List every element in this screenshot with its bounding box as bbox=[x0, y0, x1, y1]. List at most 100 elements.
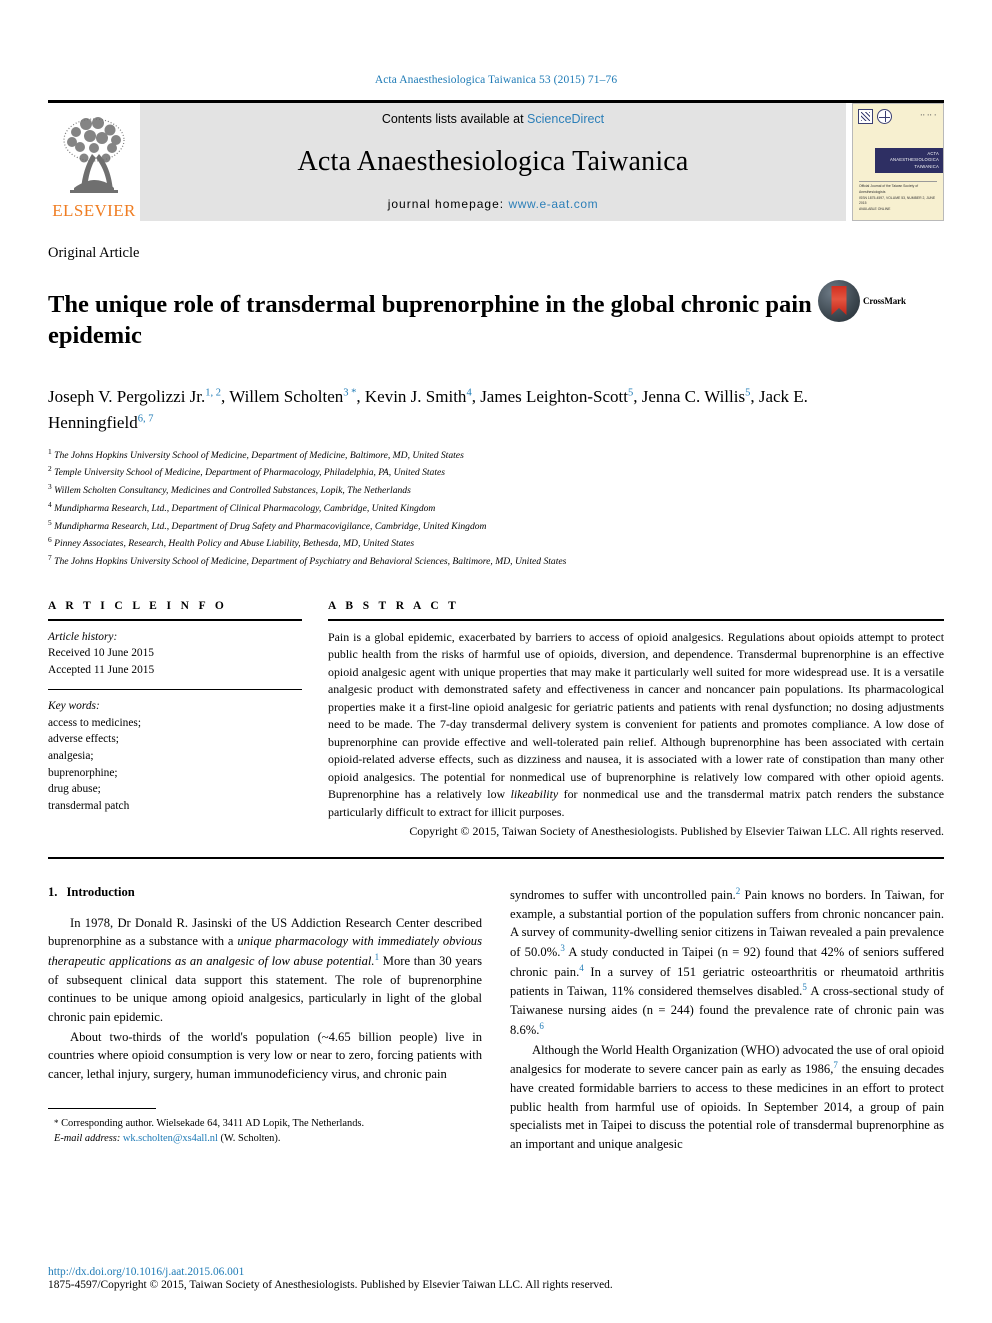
keywords-block: Key words: access to medicines; adverse … bbox=[48, 698, 302, 814]
affiliation-item: 1 The Johns Hopkins University School of… bbox=[48, 446, 944, 464]
affiliation-item: 3 Willem Scholten Consultancy, Medicines… bbox=[48, 481, 944, 499]
author-affil-marker: 3 * bbox=[343, 387, 357, 399]
author-list: Joseph V. Pergolizzi Jr.1, 2, Willem Sch… bbox=[48, 387, 808, 433]
abstract-heading: A B S T R A C T bbox=[328, 599, 460, 612]
journal-homepage-line: journal homepage: www.e-aat.com bbox=[388, 197, 599, 211]
contents-prefix: Contents lists available at bbox=[381, 112, 528, 126]
journal-title: Acta Anaesthesiologica Taiwanica bbox=[297, 145, 689, 177]
elsevier-logo: ELSEVIER bbox=[48, 103, 140, 221]
cover-emblem-square-icon bbox=[858, 109, 873, 124]
intro-paragraph-2-continued: syndromes to suffer with uncontrolled pa… bbox=[510, 885, 944, 1040]
intro-paragraph-1: In 1978, Dr Donald R. Jasinski of the US… bbox=[48, 914, 482, 1027]
title-row: The unique role of transdermal buprenorp… bbox=[48, 274, 944, 368]
cover-foot-line3: AVAILABLE ONLINE bbox=[859, 207, 891, 212]
body-column-right: syndromes to suffer with uncontrolled pa… bbox=[510, 885, 944, 1155]
contents-available-line: Contents lists available at ScienceDirec… bbox=[382, 112, 604, 126]
affiliation-number: 5 bbox=[48, 517, 52, 527]
p2-cont-a: syndromes to suffer with uncontrolled pa… bbox=[510, 887, 736, 902]
article-history-block: Article history: Received 10 June 2015 A… bbox=[48, 629, 302, 679]
author-affil-marker: 1, 2 bbox=[205, 387, 222, 399]
homepage-url-link[interactable]: www.e-aat.com bbox=[508, 197, 598, 211]
keywords-label: Key words: bbox=[48, 700, 100, 713]
cover-emblem-circle-icon bbox=[877, 109, 892, 124]
issn-copyright-line: 1875-4597/Copyright © 2015, Taiwan Socie… bbox=[48, 1279, 613, 1291]
accepted-date: Accepted 11 June 2015 bbox=[48, 663, 155, 676]
keyword-item: analgesia; bbox=[48, 749, 94, 762]
affiliation-text: The Johns Hopkins University School of M… bbox=[54, 556, 567, 568]
page-footer: http://dx.doi.org/10.1016/j.aat.2015.06.… bbox=[48, 1266, 944, 1291]
abstract-italic-term: likeability bbox=[510, 787, 559, 802]
abstract-column: A B S T R A C T Pain is a global epidemi… bbox=[328, 600, 944, 841]
affiliation-number: 6 bbox=[48, 535, 52, 545]
email-label: E-mail address: bbox=[54, 1133, 121, 1145]
affiliation-number: 4 bbox=[48, 499, 52, 509]
author-affil-marker: 5 bbox=[745, 387, 751, 399]
author-name: Jenna C. Willis bbox=[641, 387, 746, 407]
affiliation-item: 6 Pinney Associates, Research, Health Po… bbox=[48, 534, 944, 552]
abstract-text: Pain is a global epidemic, exacerbated b… bbox=[328, 629, 944, 822]
affiliation-number: 1 bbox=[48, 446, 52, 456]
cover-band-line1: ACTA ANAESTHESIOLOGICA bbox=[889, 151, 939, 163]
section-name: Introduction bbox=[66, 884, 135, 899]
footnote-block: * Corresponding author. Wielsekade 64, 3… bbox=[48, 1107, 482, 1147]
abstract-copyright: Copyright © 2015, Taiwan Society of Anes… bbox=[409, 824, 944, 839]
author-affil-marker: 5 bbox=[627, 387, 634, 399]
author-name: Kevin J. Smith bbox=[364, 387, 467, 407]
affiliation-number: 2 bbox=[48, 464, 52, 474]
journal-cover-thumbnail[interactable]: ▪▪ ▪▪ ▪ ACTA ANAESTHESIOLOGICA TAIWANICA… bbox=[852, 103, 944, 221]
keyword-item: transdermal patch bbox=[48, 799, 130, 812]
corresponding-author-note: * Corresponding author. Wielsekade 64, 3… bbox=[48, 1116, 482, 1132]
abstract-bottom-rule bbox=[48, 856, 944, 859]
elsevier-wordmark: ELSEVIER bbox=[52, 201, 136, 220]
author-name: Joseph V. Pergolizzi Jr. bbox=[48, 387, 206, 407]
crossmark-label: CrossMark bbox=[863, 296, 906, 306]
affiliation-number: 7 bbox=[48, 553, 52, 563]
cover-footer-rule bbox=[859, 181, 937, 183]
email-note: E-mail address: wk.scholten@xs4all.nl (W… bbox=[48, 1131, 482, 1147]
author-name: Willem Scholten bbox=[229, 387, 344, 407]
journal-article-page: Acta Anaesthesiologica Taiwanica 53 (201… bbox=[0, 0, 992, 1323]
author-name: James Leighton-Scott bbox=[480, 387, 628, 407]
section-number: 1. bbox=[48, 884, 58, 899]
affiliation-text: Temple University School of Medicine, De… bbox=[54, 467, 445, 479]
sciencedirect-link[interactable]: ScienceDirect bbox=[527, 112, 604, 126]
affiliation-item: 4 Mundipharma Research, Ltd., Department… bbox=[48, 499, 944, 517]
article-info-rule-mid bbox=[48, 689, 302, 691]
affiliation-number: 3 bbox=[48, 482, 52, 492]
article-type-label: Original Article bbox=[48, 245, 140, 261]
article-history-label: Article history: bbox=[48, 630, 118, 643]
abstract-part1: Pain is a global epidemic, exacerbated b… bbox=[328, 629, 944, 802]
body-column-left: 1. Introduction In 1978, Dr Donald R. Jas… bbox=[48, 885, 482, 1155]
article-info-rule-top bbox=[48, 618, 302, 621]
affiliation-list: 1 The Johns Hopkins University School of… bbox=[48, 446, 944, 570]
article-info-heading: A R T I C L E I N F O bbox=[48, 599, 228, 612]
cover-title-band: ACTA ANAESTHESIOLOGICA TAIWANICA bbox=[875, 148, 943, 173]
affiliation-item: 7 The Johns Hopkins University School of… bbox=[48, 552, 944, 570]
journal-banner: Contents lists available at ScienceDirec… bbox=[140, 103, 846, 221]
cover-footer-text: Official Journal of the Taiwan Society o… bbox=[859, 181, 937, 213]
email-link[interactable]: wk.scholten@xs4all.nl bbox=[123, 1133, 218, 1144]
running-head: Acta Anaesthesiologica Taiwanica 53 (201… bbox=[374, 74, 618, 86]
cover-band-line2: TAIWANICA bbox=[914, 163, 939, 169]
section-title-introduction: 1. Introduction bbox=[48, 885, 482, 900]
affiliation-text: Pinney Associates, Research, Health Poli… bbox=[54, 538, 415, 550]
affiliation-text: Mundipharma Research, Ltd., Department o… bbox=[54, 520, 487, 532]
crossmark-icon bbox=[818, 280, 860, 322]
author-affil-marker: 4 bbox=[466, 387, 472, 399]
abstract-rule-top bbox=[328, 618, 944, 621]
affiliation-item: 2 Temple University School of Medicine, … bbox=[48, 463, 944, 481]
author-affil-marker: 6, 7 bbox=[137, 413, 154, 425]
citation-ref[interactable]: 6 bbox=[539, 1021, 544, 1031]
email-owner: (W. Scholten). bbox=[217, 1133, 281, 1145]
received-date: Received 10 June 2015 bbox=[48, 647, 154, 660]
corresponding-author-text: Corresponding author. Wielsekade 64, 341… bbox=[58, 1117, 365, 1129]
keyword-item: buprenorphine; bbox=[48, 766, 118, 779]
journal-masthead: ELSEVIER Contents lists available at Sci… bbox=[48, 100, 944, 221]
keyword-item: access to medicines; bbox=[48, 716, 141, 729]
page-title: The unique role of transdermal buprenorp… bbox=[48, 291, 812, 350]
doi-link[interactable]: http://dx.doi.org/10.1016/j.aat.2015.06.… bbox=[48, 1266, 944, 1278]
crossmark-badge[interactable]: CrossMark bbox=[818, 280, 906, 322]
affiliation-text: Mundipharma Research, Ltd., Department o… bbox=[54, 503, 436, 515]
body-columns: 1. Introduction In 1978, Dr Donald R. Jas… bbox=[48, 885, 944, 1155]
cover-foot-line1: Official Journal of the Taiwan Society o… bbox=[859, 184, 919, 194]
